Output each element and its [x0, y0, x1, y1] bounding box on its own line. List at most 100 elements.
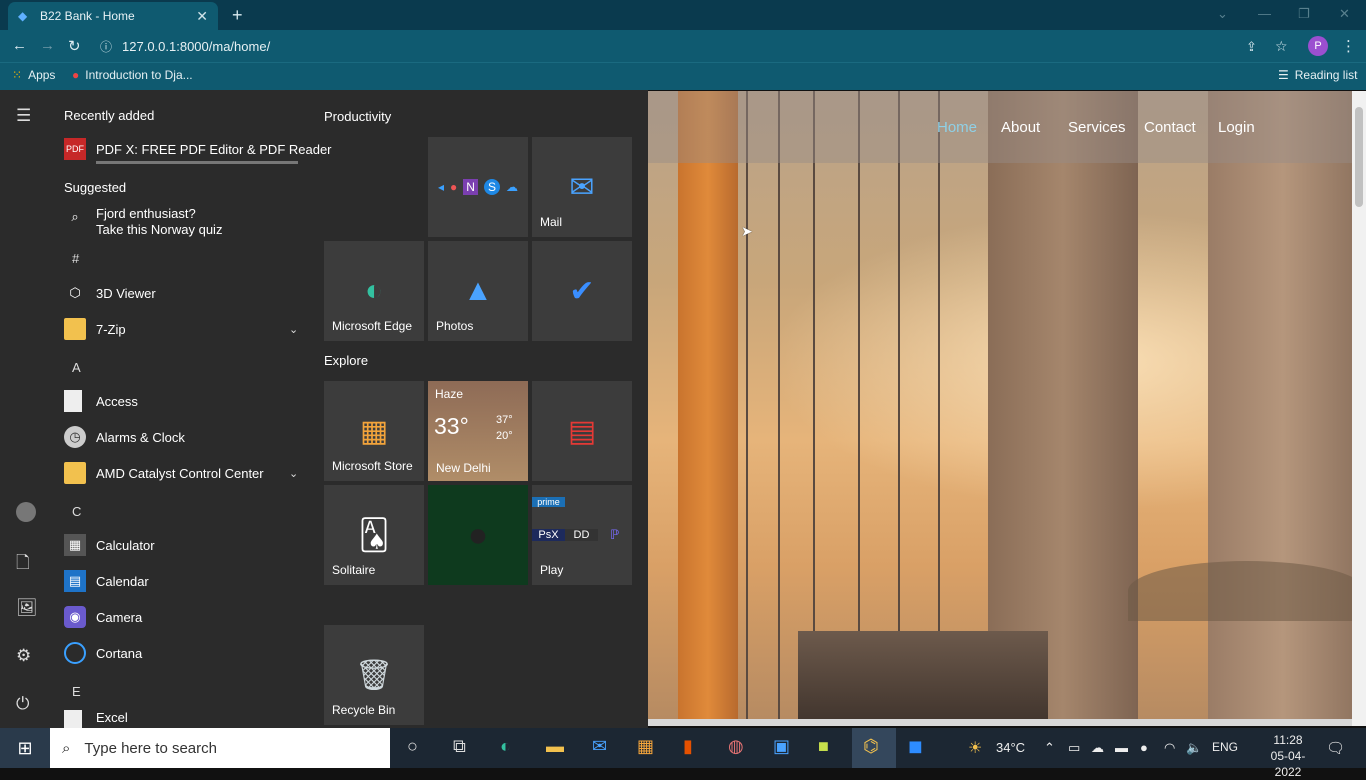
- clock-time: 11:28: [1273, 733, 1303, 747]
- menu-kebab-icon[interactable]: ⋮: [1341, 37, 1356, 55]
- bridge-cable: [746, 91, 748, 726]
- chevron-down-icon[interactable]: ⌄: [289, 467, 298, 480]
- address-bar[interactable]: ⓘ 127.0.0.1:8000/ma/home/: [100, 34, 1260, 58]
- nav-login-link[interactable]: Login: [1218, 119, 1255, 136]
- search-icon: ⌕: [62, 739, 71, 757]
- app-3d-viewer[interactable]: ⬡ 3D Viewer: [64, 278, 155, 308]
- app-amd-catalyst-folder[interactable]: AMD Catalyst Control Center: [64, 458, 264, 488]
- bookmark-star-icon[interactable]: ☆: [1275, 38, 1288, 55]
- chevron-up-icon[interactable]: ⌃: [1044, 740, 1055, 756]
- pictures-icon[interactable]: 🖼: [16, 598, 38, 618]
- task-view-icon[interactable]: ⧉: [453, 736, 466, 757]
- taskbar-clock[interactable]: 11:28 05-04-2022: [1258, 732, 1318, 780]
- hamburger-menu-icon[interactable]: ☰: [16, 106, 31, 126]
- tile-photos[interactable]: ▲ Photos: [428, 241, 528, 341]
- app-pdf-x[interactable]: PDF PDF X: FREE PDF Editor & PDF Reader: [64, 134, 332, 164]
- bookmark-apps[interactable]: ⁙ Apps: [12, 68, 55, 82]
- spotify-icon: ●: [467, 515, 489, 554]
- info-icon[interactable]: ⓘ: [100, 38, 112, 55]
- cortana-icon[interactable]: ○: [407, 736, 418, 757]
- new-tab-button[interactable]: +: [232, 5, 243, 26]
- tile-news[interactable]: ▤: [532, 381, 632, 481]
- calculator-icon: ▦: [64, 534, 86, 556]
- letter-header-e[interactable]: E: [72, 684, 81, 699]
- settings-gear-icon[interactable]: ⚙: [16, 646, 31, 666]
- taskbar-search-box[interactable]: ⌕ Type here to search: [50, 728, 390, 768]
- app-camera[interactable]: ◉ Camera: [64, 602, 142, 632]
- tile-office-apps-folder[interactable]: ◂ ● N S ☁: [428, 137, 528, 237]
- zoom-taskbar-icon[interactable]: ◼: [908, 736, 923, 757]
- tile-microsoft-edge[interactable]: ◐ Microsoft Edge: [324, 241, 424, 341]
- tab-title: B22 Bank - Home: [40, 9, 135, 23]
- reading-list-button[interactable]: ☰ Reading list: [1278, 68, 1357, 82]
- file-explorer-icon[interactable]: ▬: [546, 736, 564, 757]
- battery-icon[interactable]: ▬: [1115, 740, 1128, 755]
- share-icon[interactable]: ⇪: [1246, 39, 1257, 55]
- volume-icon[interactable]: 🔈: [1186, 740, 1202, 756]
- tile-spotify[interactable]: ●: [428, 485, 528, 585]
- app-calculator[interactable]: ▦ Calculator: [64, 530, 155, 560]
- forward-icon[interactable]: →: [40, 37, 55, 54]
- group-productivity-heading[interactable]: Productivity: [324, 109, 391, 124]
- store-taskbar-icon[interactable]: ▦: [637, 736, 654, 757]
- taskbar-weather-temp[interactable]: 34°C: [996, 740, 1025, 755]
- group-explore-heading[interactable]: Explore: [324, 353, 368, 368]
- reload-icon[interactable]: ↻: [68, 37, 81, 55]
- suggested-norway-quiz[interactable]: ⌕ Fjord enthusiast? Take this Norway qui…: [64, 206, 222, 242]
- tile-todo[interactable]: ✔: [532, 241, 632, 341]
- power-icon[interactable]: ⏻: [16, 694, 29, 714]
- python-taskbar-icon[interactable]: ⌬: [863, 736, 879, 757]
- letter-header-a[interactable]: A: [72, 360, 81, 375]
- chevron-down-icon[interactable]: ⌄: [289, 323, 298, 336]
- search-icon: ⌕: [71, 209, 79, 224]
- restore-icon[interactable]: ❐: [1298, 6, 1310, 22]
- scroll-thumb[interactable]: [1355, 107, 1363, 207]
- pdf-app-icon: PDF: [64, 138, 86, 160]
- app-alarms-clock[interactable]: ◷ Alarms & Clock: [64, 422, 185, 452]
- minimize-icon[interactable]: —: [1258, 6, 1271, 21]
- documents-icon[interactable]: 🗋: [16, 550, 30, 579]
- nav-about-link[interactable]: About: [1001, 119, 1040, 136]
- bookmark-django[interactable]: ● Introduction to Dja...: [72, 68, 193, 82]
- app-7zip-folder[interactable]: 7-Zip: [64, 314, 126, 344]
- close-window-icon[interactable]: ✕: [1339, 6, 1350, 22]
- close-tab-icon[interactable]: ✕: [196, 8, 208, 25]
- meet-now-icon[interactable]: ▭: [1068, 740, 1080, 756]
- tile-solitaire[interactable]: 🂡 Solitaire: [324, 485, 424, 585]
- user-avatar[interactable]: [16, 502, 36, 522]
- mail-taskbar-icon[interactable]: ✉: [592, 736, 607, 757]
- nav-services-link[interactable]: Services: [1068, 119, 1126, 136]
- horizontal-scrollbar[interactable]: [648, 719, 1352, 726]
- language-indicator[interactable]: ENG: [1212, 740, 1238, 754]
- pycharm-taskbar-icon[interactable]: ■: [818, 736, 829, 757]
- nav-home-link[interactable]: Home: [937, 119, 977, 136]
- tile-weather[interactable]: Haze 33° 37° 20° New Delhi: [428, 381, 528, 481]
- notifications-icon[interactable]: 🗨: [1326, 739, 1345, 757]
- paint-taskbar-icon[interactable]: ◍: [728, 736, 744, 757]
- app-excel[interactable]: Excel: [64, 710, 128, 728]
- microphone-icon[interactable]: ●: [1140, 740, 1148, 755]
- browser-tab[interactable]: ◆ B22 Bank - Home ✕: [8, 2, 218, 30]
- tile-mail[interactable]: ✉ Mail: [532, 137, 632, 237]
- app-cortana[interactable]: Cortana: [64, 638, 142, 668]
- page-scrollbar[interactable]: [1352, 91, 1366, 726]
- onedrive-cloud-icon[interactable]: ☁: [1091, 740, 1104, 756]
- office-taskbar-icon[interactable]: ▮: [683, 736, 693, 757]
- wifi-icon[interactable]: ◠: [1164, 740, 1175, 756]
- letter-header-hash[interactable]: #: [72, 251, 79, 266]
- bridge-pillar-right: [1208, 91, 1358, 726]
- tile-play-folder[interactable]: prime PsX DD ℙ Play: [532, 485, 632, 585]
- edge-taskbar-icon[interactable]: ◐: [500, 736, 511, 757]
- weather-sun-icon[interactable]: ☀: [968, 738, 982, 758]
- back-icon[interactable]: ←: [12, 37, 27, 54]
- tile-microsoft-store[interactable]: ▦ Microsoft Store: [324, 381, 424, 481]
- tab-search-icon[interactable]: ⌄: [1217, 6, 1228, 22]
- nav-contact-link[interactable]: Contact: [1144, 119, 1196, 136]
- letter-header-c[interactable]: C: [72, 504, 81, 519]
- notepad-taskbar-icon[interactable]: ▣: [773, 736, 790, 757]
- windows-start-icon[interactable]: ⊞: [0, 728, 50, 768]
- app-calendar[interactable]: ▤ Calendar: [64, 566, 149, 596]
- app-access[interactable]: Access: [64, 386, 138, 416]
- profile-avatar[interactable]: P: [1308, 36, 1328, 56]
- tile-recycle-bin[interactable]: 🗑 Recycle Bin: [324, 625, 424, 725]
